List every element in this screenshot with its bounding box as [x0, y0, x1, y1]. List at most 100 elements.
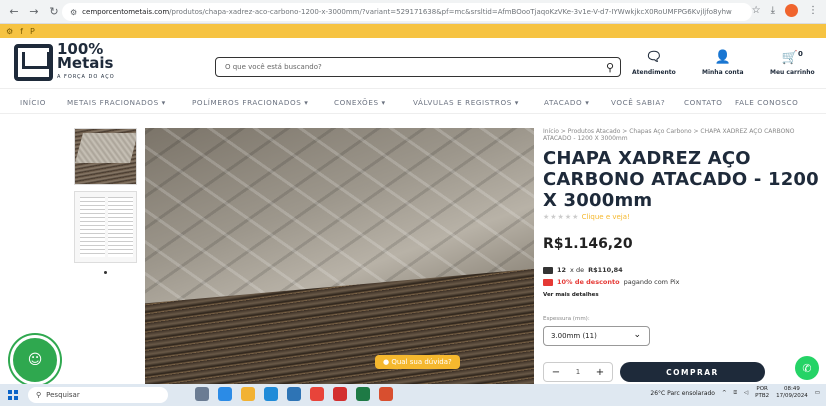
system-tray: 26°C Parc ensolarado ^ ⌸ ◁ POR PTB2 08:4… [650, 386, 820, 400]
product-main-image[interactable] [145, 128, 534, 384]
site-header: 100% Metais A FORÇA DO AÇO O que você es… [0, 38, 826, 88]
chat-icon: 🗨 [645, 50, 663, 65]
thickness-label: Espessura (mm): [543, 316, 590, 322]
excel-icon[interactable] [356, 387, 370, 401]
search-placeholder: O que você está buscando? [225, 63, 322, 71]
nav-item-metais[interactable]: METAIS FRACIONADOS ▾ [67, 98, 166, 107]
logo-mark[interactable] [14, 44, 53, 81]
quantity-stepper[interactable]: − 1 + [543, 362, 613, 382]
product-price: R$1.146,20 [543, 236, 633, 252]
user-icon: 👤 [714, 50, 731, 65]
app-icon[interactable] [379, 387, 393, 401]
product-thumbnails [74, 128, 137, 274]
social-strip: ⚙ f P [0, 24, 826, 38]
download-icon[interactable]: ⤓ [771, 5, 775, 16]
nav-item-contato[interactable]: CONTATO [684, 98, 723, 107]
facebook-icon[interactable]: f [20, 27, 23, 36]
whatsapp-icon[interactable]: ✆ [795, 356, 819, 380]
installments-count: 12 [557, 266, 567, 274]
site-info-icon[interactable]: ⚙ [70, 8, 77, 17]
volume-icon[interactable]: ◁ [744, 390, 748, 396]
url-host: cemporcentometais.com [82, 8, 170, 16]
url-path: /produtos/chapa-xadrez-aco-carbono-1200-… [169, 8, 732, 16]
installments-text: x de [570, 266, 585, 274]
credit-card-icon [543, 266, 553, 274]
breadcrumb[interactable]: Início > Produtos Atacado > Chapas Aço C… [543, 128, 823, 142]
account-label: Minha conta [702, 69, 744, 76]
network-icon[interactable]: ⌸ [734, 390, 737, 397]
nav-item-polimeros[interactable]: POLÍMEROS FRACIONADOS ▾ [192, 98, 309, 107]
details-link[interactable]: Ver mais detalhes [543, 292, 823, 298]
nav-item-inicio[interactable]: INÍCIO [20, 98, 46, 107]
nav-item-voce-sabia[interactable]: VOCÊ SABIA? [611, 98, 665, 107]
tray-chevron-icon[interactable]: ^ [722, 390, 727, 396]
thumbnail-photo[interactable] [74, 128, 137, 185]
logo-tagline: A FORÇA DO AÇO [57, 74, 115, 80]
atendimento-button[interactable]: 🗨 Atendimento [632, 50, 676, 76]
browser-menu-icon[interactable]: ⋮ [808, 5, 818, 16]
pdf-icon[interactable] [333, 387, 347, 401]
nav-item-fale-conosco[interactable]: FALE CONOSCO [735, 98, 798, 107]
notification-icon[interactable]: ▭ [815, 390, 820, 396]
weather-widget[interactable]: 26°C Parc ensolarado [650, 390, 715, 397]
chevron-down-icon: ⌄ [633, 330, 641, 340]
installment-value: R$110,84 [588, 266, 623, 274]
settings-icon[interactable]: ⚙ [6, 27, 13, 36]
pix-discount: 10% de desconto pagando com Pix [543, 278, 823, 286]
search-input[interactable]: O que você está buscando? ⚲ [215, 57, 621, 77]
rating-stars: ★★★★★ [543, 213, 580, 221]
nav-item-conexoes[interactable]: CONEXÕES ▾ [334, 98, 386, 107]
clock-time: 08:49 [784, 386, 800, 392]
file-explorer-icon[interactable] [241, 387, 255, 401]
taskbar-apps [195, 387, 393, 401]
windows-start-icon[interactable] [8, 390, 18, 400]
reload-icon[interactable]: ↻ [46, 4, 62, 20]
clock[interactable]: 08:49 17/09/2024 [776, 386, 808, 400]
account-button[interactable]: 👤 Minha conta [702, 50, 744, 76]
quality-seal-badge[interactable]: ☺ [10, 335, 60, 385]
language-indicator[interactable]: POR PTB2 [755, 386, 769, 400]
task-view-icon[interactable] [195, 387, 209, 401]
increase-button[interactable]: + [596, 367, 604, 378]
search-icon: ⚲ [36, 391, 42, 399]
pinterest-icon[interactable]: P [30, 27, 35, 36]
rating-link[interactable]: Clique e veja! [582, 213, 630, 221]
bookmark-star-icon[interactable]: ☆ [752, 5, 761, 16]
thickness-value: 3.00mm (11) [551, 332, 597, 340]
spec-page-left [80, 197, 105, 257]
browser-toolbar: ← → ↻ ⚙ cemporcentometais.com /produtos/… [0, 0, 826, 24]
main-nav: INÍCIO METAIS FRACIONADOS ▾ POLÍMEROS FR… [0, 88, 826, 114]
mail-icon[interactable] [287, 387, 301, 401]
nav-item-atacado[interactable]: ATACADO ▾ [544, 98, 589, 107]
cart-icon: 🛒0 [781, 50, 803, 66]
product-info: Início > Produtos Atacado > Chapas Aço C… [543, 128, 823, 346]
forward-icon[interactable]: → [26, 4, 42, 20]
buy-button[interactable]: COMPRAR [620, 362, 765, 382]
chrome-icon[interactable] [310, 387, 324, 401]
address-bar[interactable]: ⚙ cemporcentometais.com /produtos/chapa-… [62, 3, 752, 21]
thumbnail-spec-table[interactable] [74, 191, 137, 263]
taskbar-search-placeholder: Pesquisar [46, 391, 80, 399]
decrease-button[interactable]: − [552, 367, 560, 378]
taskbar-search[interactable]: ⚲ Pesquisar [28, 387, 168, 403]
back-icon[interactable]: ← [6, 4, 22, 20]
thickness-select[interactable]: 3.00mm (11) ⌄ [543, 326, 650, 346]
quantity-value: 1 [575, 368, 581, 376]
atendimento-label: Atendimento [632, 69, 676, 76]
product-title: CHAPA XADREZ AÇO CARBONO ATACADO - 1200 … [543, 148, 819, 211]
nav-item-valvulas[interactable]: VÁLVULAS E REGISTROS ▾ [413, 98, 519, 107]
pix-discount-value: 10% de desconto [557, 278, 620, 286]
search-icon[interactable]: ⚲ [606, 61, 614, 74]
cart-label: Meu carrinho [770, 69, 815, 77]
edge-icon[interactable] [218, 387, 232, 401]
pix-discount-text: pagando com Pix [623, 278, 680, 286]
logo-line2: Metais [57, 54, 114, 72]
store-icon[interactable] [264, 387, 278, 401]
rating[interactable]: ★★★★★ Clique e veja! [543, 213, 823, 221]
logo[interactable]: 100% Metais A FORÇA DO AÇO [57, 42, 115, 84]
cart-button[interactable]: 🛒0 Meu carrinho [770, 50, 815, 76]
clock-date: 17/09/2024 [776, 393, 808, 399]
question-button[interactable]: ● Qual sua dúvida? [375, 355, 460, 369]
carousel-dot[interactable] [104, 271, 107, 274]
extension-icon[interactable] [785, 4, 798, 17]
